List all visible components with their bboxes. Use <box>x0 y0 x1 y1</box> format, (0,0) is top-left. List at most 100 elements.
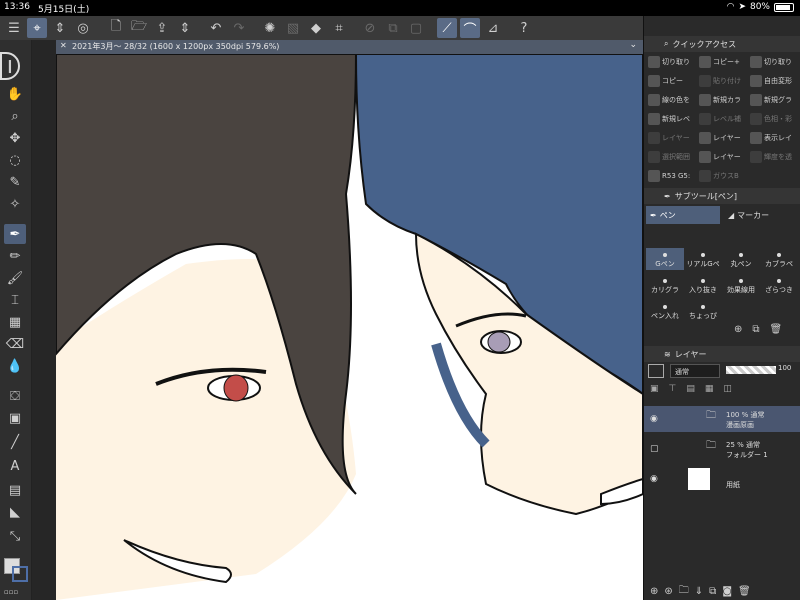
quick-access-item[interactable]: 自由変形 <box>750 75 800 87</box>
invert-selection-icon[interactable]: ⧉ <box>383 18 403 38</box>
deselect-icon[interactable]: ⊘ <box>360 18 380 38</box>
quick-access-item[interactable]: 新規グラ <box>750 94 800 106</box>
quick-access-item[interactable]: 表示レイ <box>750 132 800 144</box>
lasso-icon[interactable]: ◌ <box>4 150 26 170</box>
menu-icon[interactable]: ☰ <box>4 18 24 38</box>
fill-icon[interactable]: ◆ <box>306 18 326 38</box>
eyedropper-icon[interactable]: ✎ <box>4 172 26 192</box>
transparent-color-icon[interactable]: ▫▫▫ <box>4 588 18 596</box>
drawing-canvas[interactable] <box>56 54 643 600</box>
brush-item[interactable]: 効果線用 <box>722 274 760 296</box>
tab-pen[interactable]: ✒ ペン <box>646 206 720 224</box>
blend-icon[interactable]: 💧 <box>4 356 26 376</box>
new-vector-layer-icon[interactable]: ⊛ <box>664 586 672 597</box>
quick-access-item[interactable]: コピー <box>648 75 698 87</box>
add-subtool-icon[interactable]: ⊕ <box>734 324 742 335</box>
move-icon[interactable]: ✥ <box>4 128 26 148</box>
combine-icon[interactable]: ⧉ <box>709 586 716 597</box>
brush-item[interactable]: Gペン <box>646 248 684 270</box>
eraser-icon[interactable]: ⌫ <box>4 334 26 354</box>
quick-access-item[interactable]: 貼り付け <box>699 75 749 87</box>
quick-access-item[interactable]: レイヤー <box>699 151 749 163</box>
tab-marker[interactable]: ◢ マーカー <box>724 206 798 224</box>
brush-icon[interactable]: 🖌 <box>4 268 26 288</box>
eye-icon[interactable]: ◉ <box>650 474 658 484</box>
hand-icon[interactable]: ✋ <box>4 84 26 104</box>
duplicate-subtool-icon[interactable]: ⧉ <box>752 324 759 335</box>
snap-grid-icon[interactable]: ⊿ <box>483 18 503 38</box>
clip-icon[interactable]: ▣ <box>650 384 659 394</box>
brush-item[interactable]: ちょっぴ <box>684 300 722 322</box>
brush-item[interactable]: 入り抜き <box>684 274 722 296</box>
transform-icon[interactable]: ⤡ <box>4 526 26 546</box>
quick-access-header[interactable]: ⌕ クイックアクセス <box>644 36 800 52</box>
new-file-icon[interactable]: 🗋 <box>106 18 126 38</box>
zoom-icon[interactable]: ⌕ <box>4 106 26 126</box>
document-tab[interactable]: ✕ 2021年3月～ 28/32 (1600 x 1200px 350dpi 5… <box>56 40 643 54</box>
airbrush-icon[interactable]: ⌶ <box>4 290 26 310</box>
reference-icon[interactable]: ⊤ <box>669 384 677 394</box>
blend-mode-select[interactable]: 通常 <box>670 364 720 378</box>
undo-icon[interactable]: ↶ <box>206 18 226 38</box>
layer-mask-icon[interactable]: ◙ <box>722 586 732 597</box>
quick-access-item[interactable]: 新規カラ <box>699 94 749 106</box>
quick-access-item[interactable]: レイヤー <box>648 132 698 144</box>
opacity-slider[interactable] <box>726 366 776 374</box>
transfer-down-icon[interactable]: ⇓ <box>695 586 703 597</box>
auto-select-icon[interactable]: ✧ <box>4 194 26 214</box>
hidden-box-icon[interactable]: ▢ <box>650 444 659 454</box>
export-icon[interactable]: ⇪ <box>152 18 172 38</box>
erase-selection-icon[interactable]: ▧ <box>283 18 303 38</box>
loading-spinner-icon[interactable]: ✺ <box>260 18 280 38</box>
frame-border-icon[interactable]: ▤ <box>4 480 26 500</box>
scroll-arrows-icon[interactable]: ⇕ <box>50 18 70 38</box>
quick-access-item[interactable]: 線の色を <box>648 94 698 106</box>
help-icon[interactable]: ? <box>514 18 534 38</box>
new-folder-icon[interactable]: 🗀 <box>679 583 689 600</box>
quick-access-item[interactable]: コピー+ <box>699 56 749 68</box>
export-arrows-icon[interactable]: ⇕ <box>175 18 195 38</box>
fill-bucket-icon[interactable]: ⛋ <box>4 386 26 406</box>
quick-access-item[interactable]: 新規レベ <box>648 113 698 125</box>
redo-icon[interactable]: ↷ <box>229 18 249 38</box>
close-tab-icon[interactable]: ✕ <box>60 41 67 50</box>
brush-item[interactable]: リアルGペ <box>684 248 722 270</box>
chevron-down-icon[interactable]: ⌄ <box>629 40 637 50</box>
quick-access-item[interactable]: レイヤー <box>699 132 749 144</box>
ruler-icon[interactable]: ◣ <box>4 502 26 522</box>
lock-icon[interactable]: ▤ <box>686 384 695 394</box>
brush-item[interactable]: ペン入れ <box>646 300 684 322</box>
brush-item[interactable]: カブラペ <box>760 248 798 270</box>
pen-icon[interactable]: ✒ <box>4 224 26 244</box>
quick-access-item[interactable]: 切り取り <box>648 56 698 68</box>
trash-icon[interactable]: 🗑 <box>770 324 783 335</box>
gradient-icon[interactable]: ▣ <box>4 408 26 428</box>
snap-ruler-icon[interactable]: ⟋ <box>437 18 457 38</box>
layer-row[interactable]: ◉ 🗀 100 % 通常 漫画原画 <box>644 406 800 432</box>
quick-access-item[interactable]: 色相・彩 <box>750 113 800 125</box>
figure-icon[interactable]: ╱ <box>4 432 26 452</box>
brush-item[interactable]: 丸ペン <box>722 248 760 270</box>
open-folder-icon[interactable]: 🗁 <box>129 18 149 38</box>
lock-alpha-icon[interactable]: ▦ <box>705 384 714 394</box>
delete-layer-icon[interactable]: 🗑 <box>738 586 751 597</box>
color-wheel-icon[interactable]: ◎ <box>73 18 93 38</box>
brush-item[interactable]: ざらつき <box>760 274 798 296</box>
selection-border-icon[interactable]: ▢ <box>406 18 426 38</box>
quick-access-item[interactable]: レベル補 <box>699 113 749 125</box>
quick-access-item[interactable]: 切り取り <box>750 56 800 68</box>
quick-access-item[interactable]: ガウスB <box>699 170 749 182</box>
pencil-icon[interactable]: ✏ <box>4 246 26 266</box>
mask-icon[interactable]: ◫ <box>723 384 732 394</box>
text-icon[interactable]: A <box>4 456 26 476</box>
quick-access-item[interactable]: 輝度を透 <box>750 151 800 163</box>
layer-row[interactable]: ▢ 🗀 25 % 通常 フォルダー 1 <box>644 436 800 462</box>
modifier-key-icon[interactable]: ⌖ <box>27 18 47 38</box>
sub-color-swatch[interactable] <box>12 566 28 582</box>
snap-special-ruler-icon[interactable]: ⌒ <box>460 18 480 38</box>
crop-icon[interactable]: ⌗ <box>329 18 349 38</box>
layer-row[interactable]: ◉ 用紙 <box>644 466 800 492</box>
new-raster-layer-icon[interactable]: ⊕ <box>650 586 658 597</box>
layer-header[interactable]: ≋ レイヤー <box>644 346 800 362</box>
panel-toggle-icon[interactable]: ❙ <box>0 52 20 80</box>
